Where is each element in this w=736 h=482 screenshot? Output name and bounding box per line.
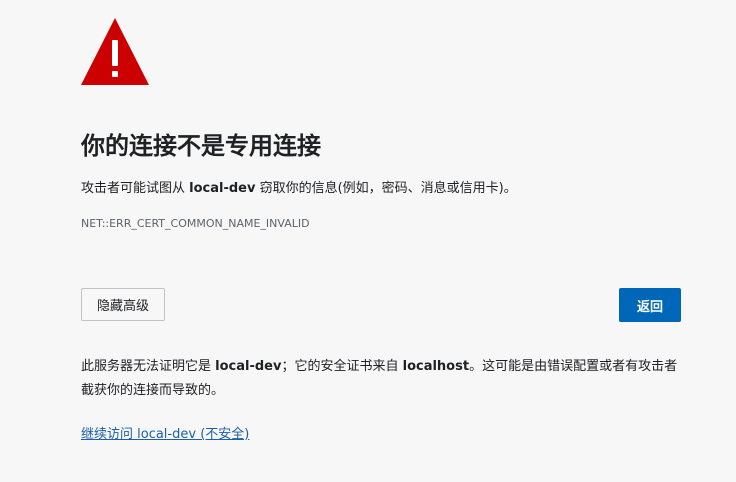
hide-advanced-button[interactable]: 隐藏高级 <box>81 288 165 321</box>
description-suffix: 窃取你的信息(例如，密码、消息或信用卡)。 <box>255 181 517 196</box>
description: 攻击者可能试图从 local-dev 窃取你的信息(例如，密码、消息或信用卡)。 <box>81 179 517 199</box>
error-code: NET::ERR_CERT_COMMON_NAME_INVALID <box>81 217 310 230</box>
details-part2: ；它的安全证书来自 <box>281 359 403 374</box>
details-host: local-dev <box>215 359 282 374</box>
warning-icon <box>81 18 149 85</box>
page-title: 你的连接不是专用连接 <box>81 132 321 160</box>
proceed-unsafe-link[interactable]: 继续访问 local-dev (不安全) <box>81 425 249 445</box>
description-host: local-dev <box>189 181 256 196</box>
details-issuer: localhost <box>402 359 470 374</box>
advanced-details: 此服务器无法证明它是 local-dev；它的安全证书来自 localhost。… <box>81 355 681 403</box>
details-part1: 此服务器无法证明它是 <box>81 359 216 374</box>
back-button[interactable]: 返回 <box>619 288 681 322</box>
description-prefix: 攻击者可能试图从 <box>81 181 190 196</box>
